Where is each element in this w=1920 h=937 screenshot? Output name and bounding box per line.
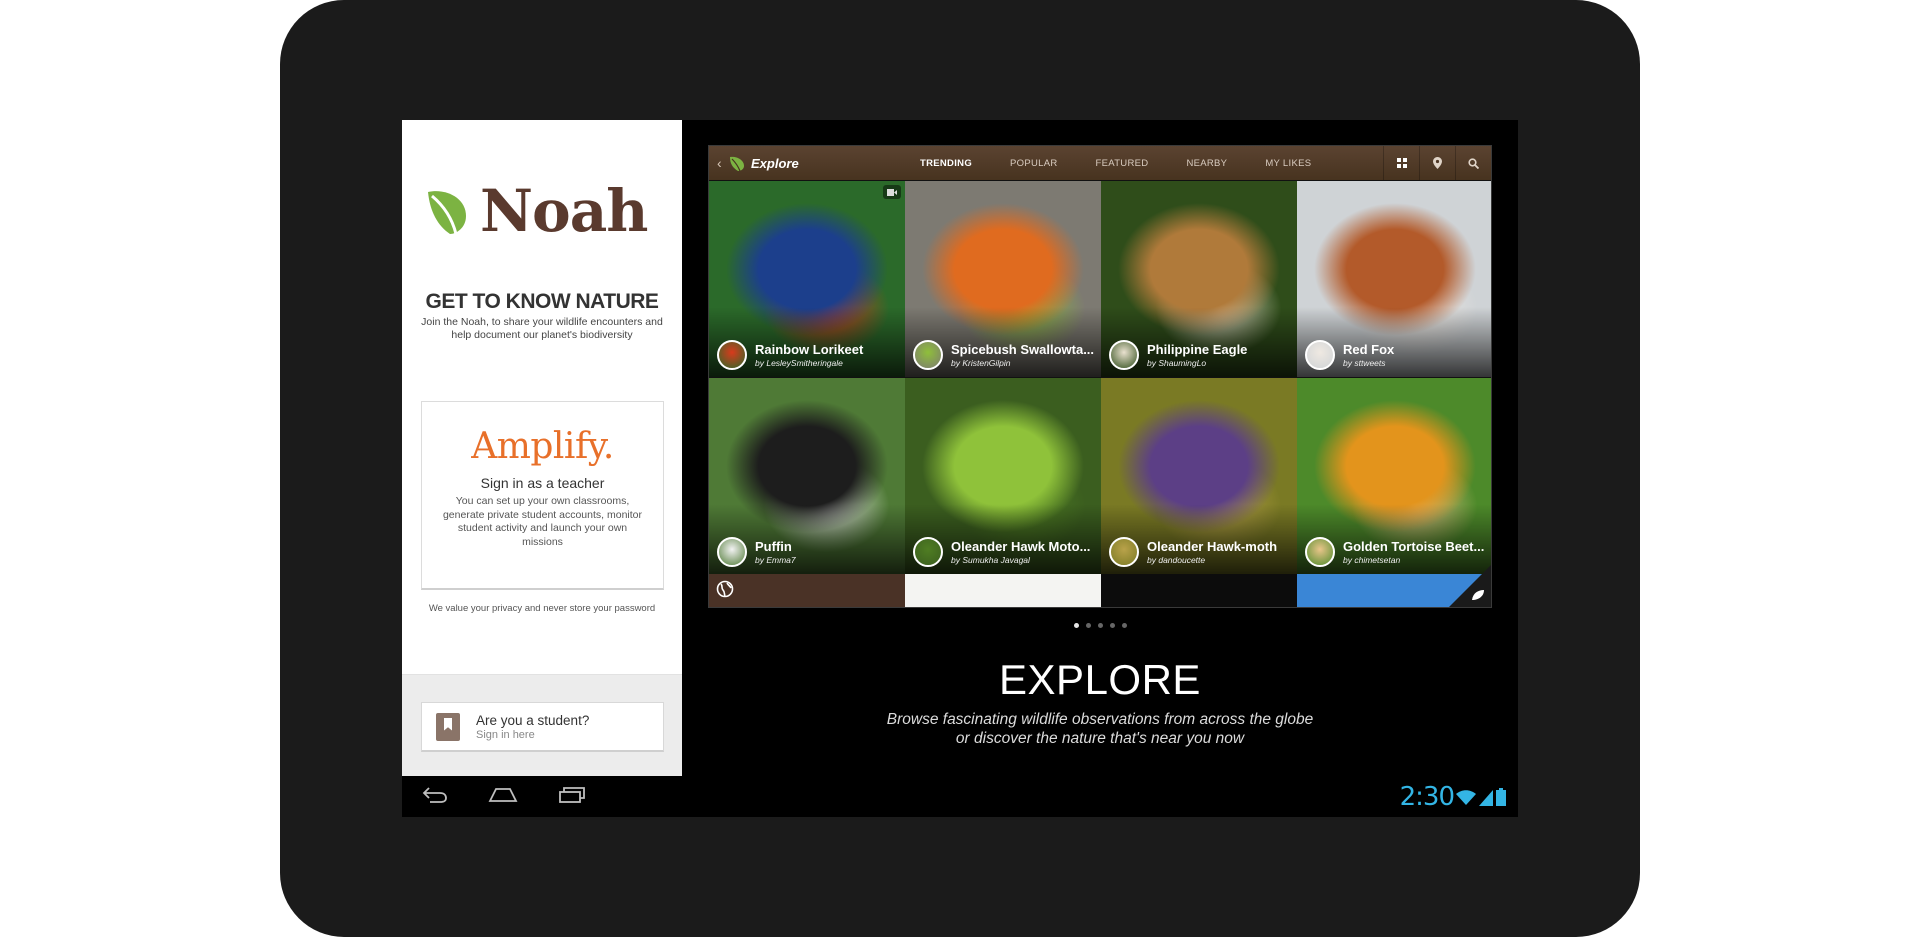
wifi-icon (1456, 790, 1476, 805)
next-row-preview (709, 574, 1491, 607)
avatar[interactable] (913, 340, 943, 370)
leaf-logo-icon (428, 191, 466, 235)
home-icon[interactable] (488, 784, 518, 804)
tab-my-likes[interactable]: MY LIKES (1246, 158, 1330, 169)
location-pin-icon[interactable] (1419, 146, 1455, 180)
tab-featured[interactable]: FEATURED (1077, 158, 1168, 169)
signal-icon (1479, 790, 1493, 806)
tablet-screen: Noah GET TO KNOW NATURE Join the Noah, t… (402, 120, 1518, 817)
observation-author: by Emma7 (755, 555, 796, 565)
system-nav-bar: 2:30 (402, 776, 1518, 817)
observation-author: by chimetsetan (1343, 555, 1401, 565)
brand-name: Noah (480, 177, 648, 245)
observation-tile-partial[interactable] (1101, 574, 1297, 607)
observation-tile-partial[interactable] (709, 574, 905, 607)
avatar[interactable] (717, 340, 747, 370)
teacher-signin-description: You can set up your own classrooms, gene… (442, 495, 643, 548)
page-dot[interactable] (1121, 623, 1127, 628)
explore-title: Explore (751, 155, 799, 171)
observation-name: Red Fox (1343, 342, 1395, 357)
feature-panel: ‹ Explore TRENDING POPULAR FEATURED NEARBY M… (682, 120, 1518, 776)
observation-author: by dandoucette (1147, 555, 1206, 565)
avatar[interactable] (1109, 340, 1139, 370)
observation-name: Philippine Eagle (1147, 342, 1248, 357)
page-dot[interactable] (1109, 623, 1115, 628)
signup-headline: GET TO KNOW NATURE (425, 290, 659, 313)
observation-name: Rainbow Lorikeet (755, 342, 864, 357)
observation-tile[interactable]: Spicebush Swallowta... by KristenGilpin (905, 181, 1101, 377)
tab-popular[interactable]: POPULAR (991, 158, 1077, 169)
observation-name: Puffin (755, 539, 792, 554)
student-signin-title: Are you a student? (476, 712, 590, 728)
student-signin-area: Are you a student? Sign in here (402, 674, 682, 776)
observation-tile[interactable]: Golden Tortoise Beet... by chimetsetan (1297, 378, 1491, 574)
observation-tile-partial[interactable] (905, 574, 1101, 607)
battery-icon (1496, 788, 1506, 806)
amplify-logo: Amplify. (471, 426, 614, 467)
page-dot[interactable] (1085, 623, 1091, 628)
avatar[interactable] (1305, 340, 1335, 370)
page-dot[interactable] (1073, 623, 1079, 628)
explore-toolbar: ‹ Explore TRENDING POPULAR FEATURED NEARBY M… (709, 146, 1491, 180)
avatar[interactable] (913, 537, 943, 567)
page-indicator (682, 623, 1518, 628)
feature-description: Browse fascinating wildlife observations… (682, 710, 1518, 748)
signup-panel: Noah GET TO KNOW NATURE Join the Noah, t… (402, 120, 682, 776)
privacy-note: We value your privacy and never store yo… (428, 603, 656, 614)
student-signin-subtitle: Sign in here (476, 728, 535, 741)
status-clock: 2:30 (1399, 782, 1455, 812)
recent-apps-icon[interactable] (558, 786, 586, 804)
avatar[interactable] (717, 537, 747, 567)
feature-description-line2: or discover the nature that's near you n… (955, 730, 1245, 747)
signup-subtext: Join the Noah, to share your wildlife en… (421, 316, 663, 341)
observation-grid: Rainbow Lorikeet by LesleySmitheringale Sp… (709, 181, 1491, 574)
observation-tile[interactable]: Oleander Hawk-moth by dandoucette (1101, 378, 1297, 574)
globe-icon[interactable] (716, 580, 734, 598)
observation-author: by ShaumingLo (1147, 358, 1207, 368)
tab-nearby[interactable]: NEARBY (1167, 158, 1246, 169)
feature-description-line1: Browse fascinating wildlife observations… (886, 711, 1314, 728)
avatar[interactable] (1109, 537, 1139, 567)
leaf-icon (730, 156, 744, 171)
observation-tile[interactable]: Puffin by Emma7 (709, 378, 905, 574)
back-chevron-icon[interactable]: ‹ (717, 155, 727, 171)
observation-author: by LesleySmitheringale (755, 358, 843, 368)
observation-author: by sttweets (1343, 358, 1386, 368)
feature-title: EXPLORE (999, 656, 1201, 703)
student-signin-button[interactable]: Are you a student? Sign in here (421, 702, 664, 752)
observation-author: by Sumukha Javagal (951, 555, 1030, 565)
observation-tile[interactable]: Philippine Eagle by ShaumingLo (1101, 181, 1297, 377)
page-dot[interactable] (1097, 623, 1103, 628)
teacher-signin-card[interactable]: Amplify. Sign in as a teacher You can se… (421, 401, 664, 590)
back-icon[interactable] (422, 786, 448, 804)
grid-icon[interactable] (1383, 146, 1419, 180)
video-camera-icon (883, 185, 901, 199)
leaf-icon (1472, 590, 1484, 600)
observation-name: Oleander Hawk Moto... (951, 539, 1091, 554)
bookmark-book-icon (436, 712, 460, 741)
explore-tabs: TRENDING POPULAR FEATURED NEARBY MY LIKES (901, 158, 1330, 169)
observation-name: Golden Tortoise Beet... (1343, 539, 1485, 554)
observation-author: by KristenGilpin (951, 358, 1011, 368)
observation-name: Spicebush Swallowta... (951, 342, 1095, 357)
teacher-signin-title: Sign in as a teacher (480, 475, 605, 491)
avatar[interactable] (1305, 537, 1335, 567)
noah-logo: Noah (426, 177, 648, 245)
tab-trending[interactable]: TRENDING (901, 158, 991, 169)
explore-app-preview: ‹ Explore TRENDING POPULAR FEATURED NEARBY M… (708, 145, 1492, 608)
observation-name: Oleander Hawk-moth (1147, 539, 1278, 554)
search-icon[interactable] (1455, 146, 1491, 180)
observation-tile[interactable]: Red Fox by sttweets (1297, 181, 1491, 377)
observation-tile[interactable]: Oleander Hawk Moto... by Sumukha Javagal (905, 378, 1101, 574)
observation-tile[interactable]: Rainbow Lorikeet by LesleySmitheringale (709, 181, 905, 377)
